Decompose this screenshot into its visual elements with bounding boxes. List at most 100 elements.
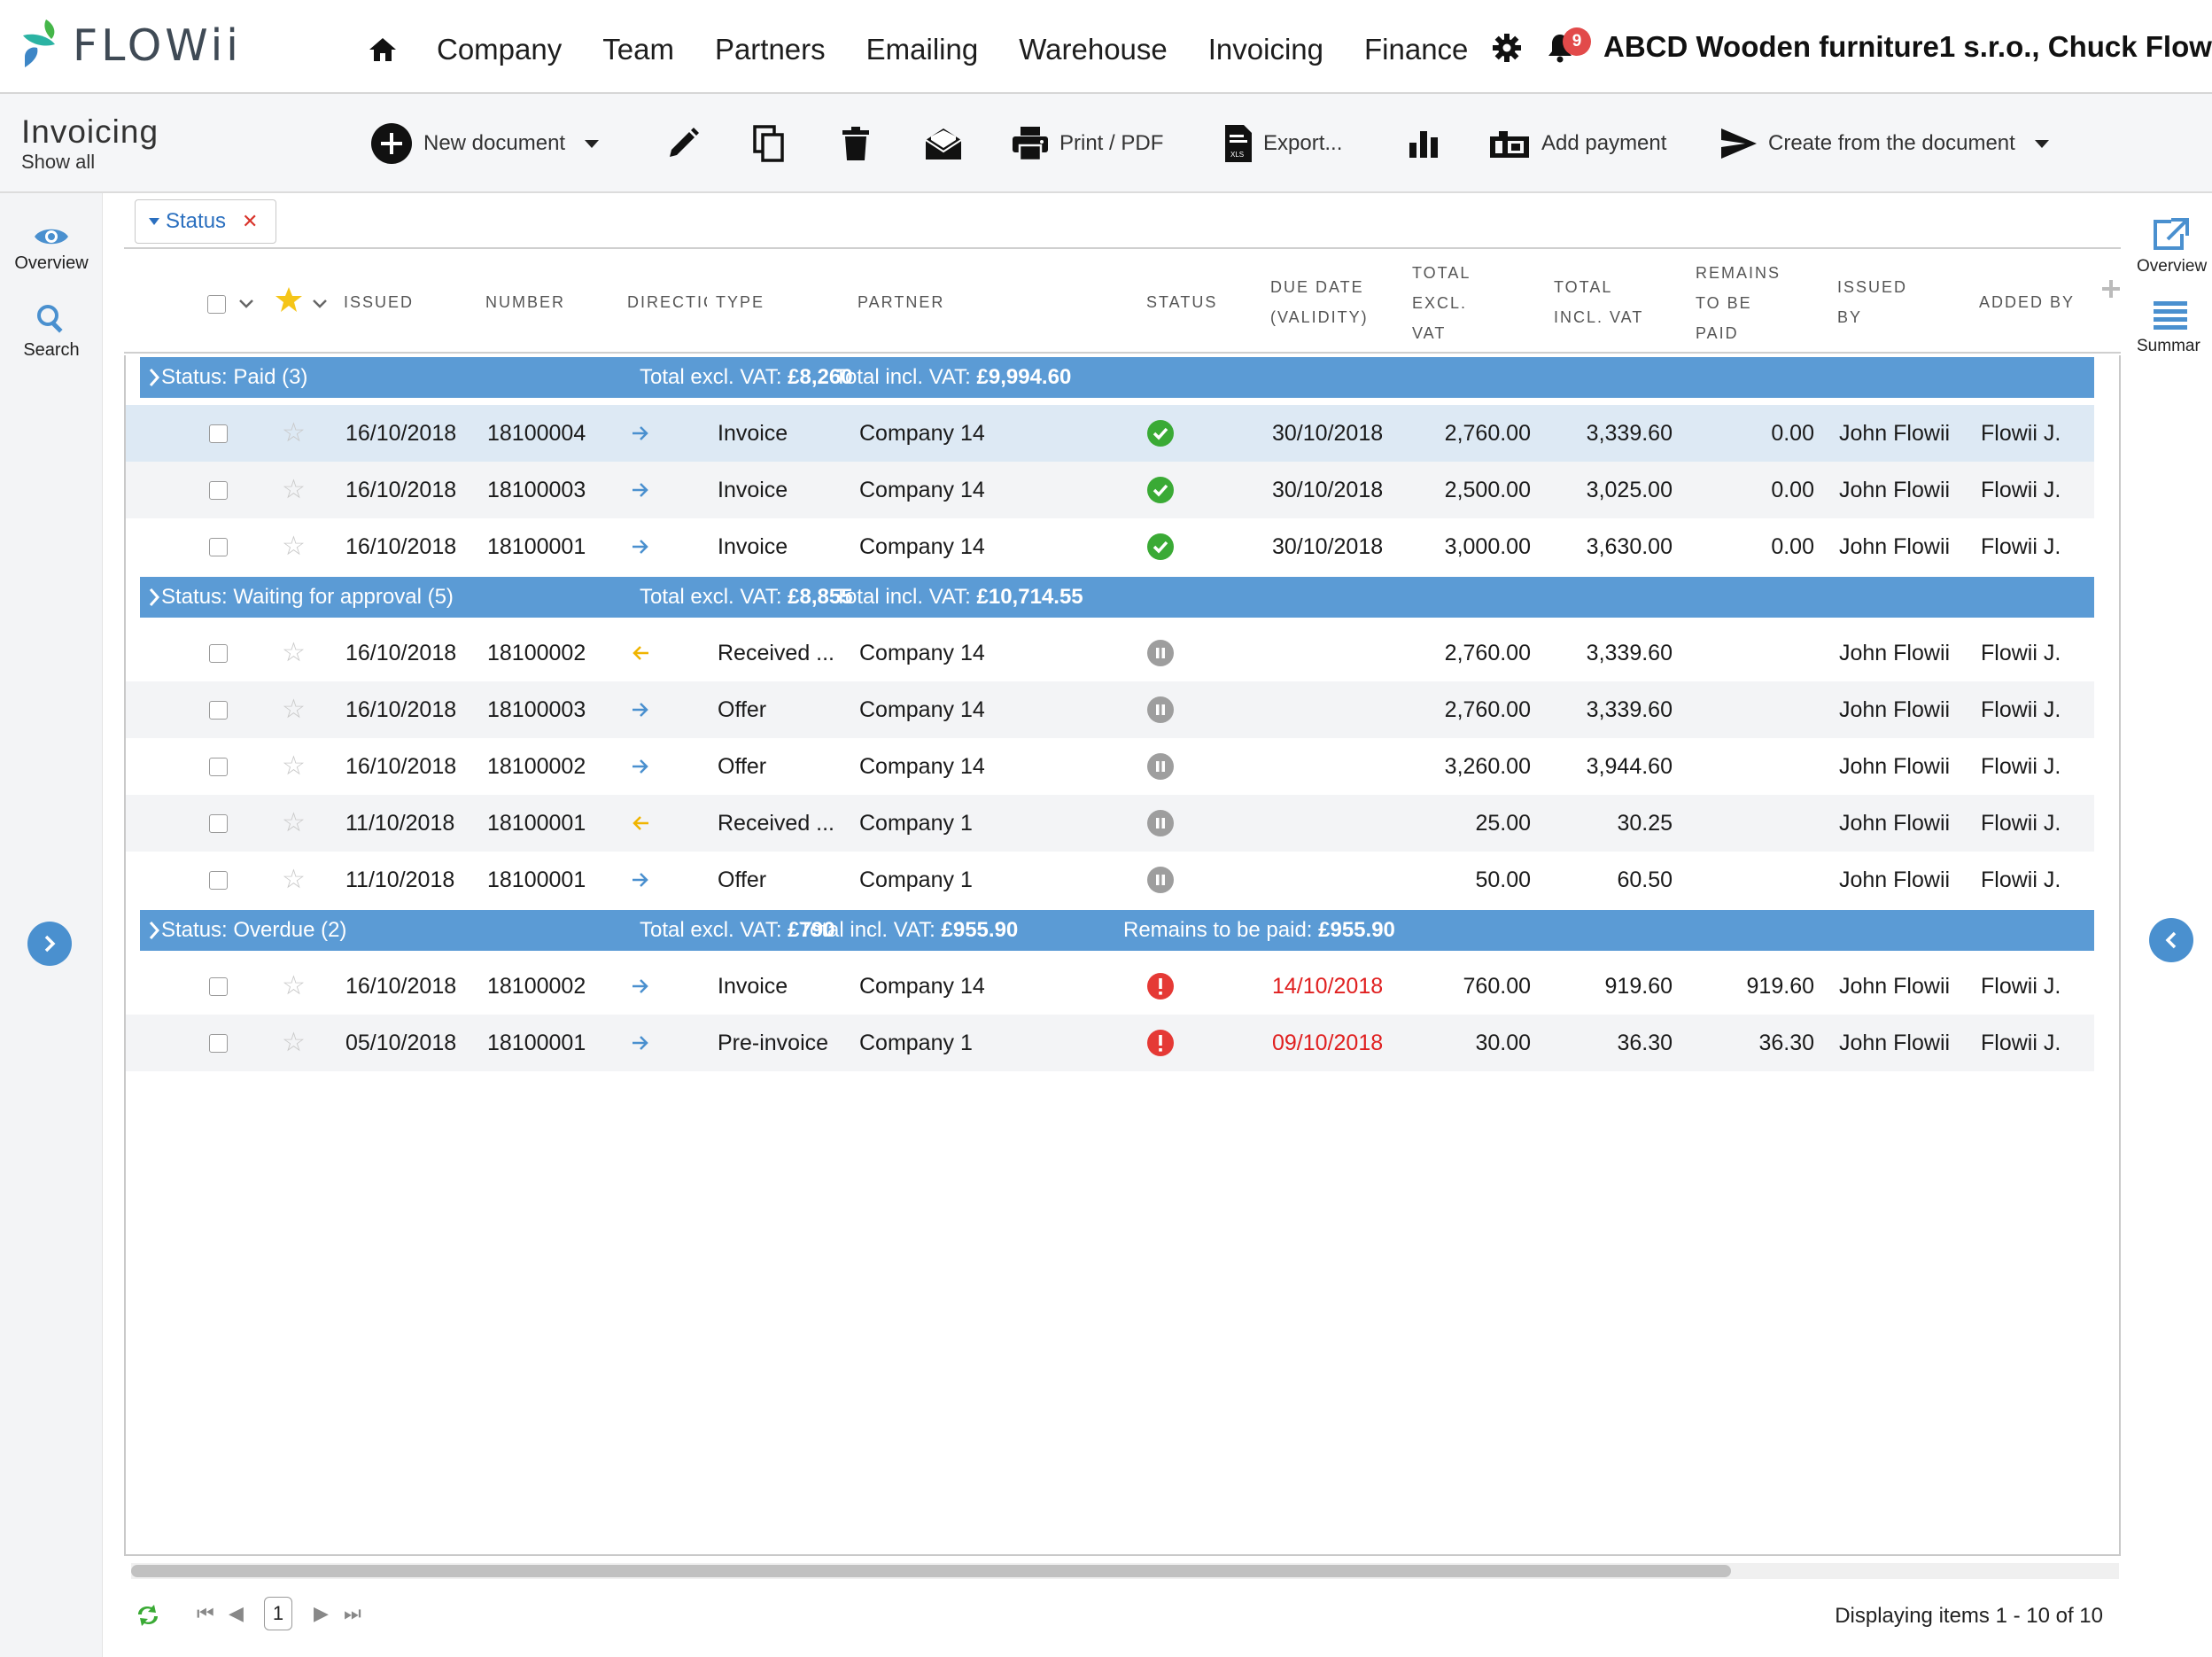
copy-button[interactable] — [753, 121, 785, 167]
chevron-down-icon[interactable] — [312, 299, 328, 309]
chevron-down-icon[interactable] — [585, 139, 600, 148]
new-document-button[interactable]: New document — [370, 121, 600, 167]
table-row[interactable]: ☆ 16/10/2018 18100002 Invoice Company 14 14/1… — [126, 958, 2094, 1015]
favorite-star-icon[interactable]: ☆ — [282, 694, 306, 725]
arrow-left-icon — [633, 646, 648, 660]
table-row[interactable]: ☆ 16/10/2018 18100001 Invoice Company 14 30/1… — [126, 518, 2094, 575]
row-checkbox[interactable] — [209, 424, 228, 443]
delete-button[interactable] — [842, 121, 870, 167]
group-header[interactable]: Status: Paid (3) Total excl. VAT: £8,260 T… — [140, 357, 2094, 398]
cell-status — [1146, 866, 1175, 900]
row-checkbox[interactable] — [209, 701, 228, 720]
col-due-date[interactable]: DUE DATE (VALIDITY) — [1270, 272, 1369, 332]
nav-team[interactable]: Team — [602, 33, 674, 66]
add-column-plus-icon[interactable] — [2101, 279, 2121, 299]
print-pdf-button[interactable]: Print / PDF — [1012, 121, 1163, 167]
search-button[interactable]: Search — [0, 303, 103, 361]
favorite-star-icon[interactable]: ☆ — [282, 1027, 306, 1058]
home-icon[interactable] — [368, 33, 401, 66]
create-from-document-label: Create from the document — [1768, 131, 2015, 155]
chevron-right-icon[interactable] — [147, 920, 161, 941]
chevron-right-icon[interactable] — [147, 367, 161, 388]
select-all-checkbox[interactable] — [207, 295, 226, 314]
table-row[interactable]: ☆ 11/10/2018 18100001 Received ... Company 1… — [126, 795, 2094, 852]
flowii-logo[interactable]: FLOWii — [19, 14, 242, 76]
col-total-incl[interactable]: TOTAL INCL. VAT — [1554, 272, 1643, 332]
create-from-document-button[interactable]: Create from the document — [1720, 121, 2049, 167]
favorite-star-icon[interactable]: ☆ — [282, 417, 306, 448]
row-checkbox[interactable] — [209, 1034, 228, 1053]
row-checkbox[interactable] — [209, 871, 228, 890]
arrow-right-icon — [633, 483, 648, 497]
col-type[interactable]: TYPE — [716, 287, 764, 317]
row-checkbox[interactable] — [209, 814, 228, 833]
nav-partners[interactable]: Partners — [715, 33, 826, 66]
open-overview-button[interactable]: Overview — [2119, 218, 2212, 276]
export-button[interactable]: XLS Export... — [1224, 121, 1342, 167]
col-direction[interactable]: DIRECTIC — [627, 287, 707, 317]
col-total-excl[interactable]: TOTAL EXCL. VAT — [1412, 258, 1471, 348]
edit-button[interactable] — [666, 121, 700, 167]
table-row[interactable]: ☆ 16/10/2018 18100003 Offer Company 14 2,760.… — [126, 681, 2094, 738]
col-remains[interactable]: REMAINS TO BE PAID — [1696, 258, 1781, 348]
horizontal-scrollbar[interactable] — [131, 1563, 2119, 1579]
col-partner[interactable]: PARTNER — [858, 287, 944, 317]
first-page-icon[interactable]: ⏮ — [197, 1602, 214, 1625]
favorite-star-icon[interactable]: ☆ — [282, 531, 306, 562]
trash-icon — [842, 127, 869, 160]
add-payment-button[interactable]: Add payment — [1488, 121, 1666, 167]
table-row[interactable]: ☆ 11/10/2018 18100001 Offer Company 1 50.00 60… — [126, 852, 2094, 908]
nav-warehouse[interactable]: Warehouse — [1019, 33, 1168, 66]
table-row[interactable]: ☆ 16/10/2018 18100004 Invoice Company 14 30/1… — [126, 405, 2094, 462]
status-filter-chip[interactable]: Status ✕ — [135, 199, 276, 244]
refresh-icon[interactable] — [135, 1604, 161, 1627]
col-added-by[interactable]: ADDED BY — [1979, 287, 2075, 317]
scrollbar-thumb[interactable] — [131, 1565, 1731, 1577]
table-row[interactable]: ☆ 16/10/2018 18100003 Invoice Company 14 30/1… — [126, 462, 2094, 518]
chevron-down-icon[interactable] — [2034, 139, 2049, 148]
view-filter-label[interactable]: Show all — [21, 151, 95, 174]
star-filled-icon[interactable] — [275, 286, 303, 313]
col-status[interactable]: STATUS — [1146, 287, 1217, 317]
table-row[interactable]: ☆ 05/10/2018 18100001 Pre-invoice Company 1 0… — [126, 1015, 2094, 1071]
nav-emailing[interactable]: Emailing — [866, 33, 979, 66]
group-header[interactable]: Status: Overdue (2) Total excl. VAT: £790… — [140, 910, 2094, 951]
row-checkbox[interactable] — [209, 977, 228, 996]
collapse-right-panel-button[interactable] — [2149, 918, 2193, 962]
row-checkbox[interactable] — [209, 538, 228, 556]
col-issued[interactable]: ISSUED — [344, 287, 414, 317]
favorite-star-icon[interactable]: ☆ — [282, 474, 306, 505]
group-header[interactable]: Status: Waiting for approval (5) Total ex… — [140, 577, 2094, 618]
favorite-star-icon[interactable]: ☆ — [282, 807, 306, 838]
current-page-input[interactable]: 1 — [264, 1597, 292, 1630]
expand-left-panel-button[interactable] — [27, 922, 72, 966]
nav-company[interactable]: Company — [437, 33, 562, 66]
row-checkbox[interactable] — [209, 481, 228, 500]
chevron-right-icon[interactable] — [147, 587, 161, 608]
nav-finance[interactable]: Finance — [1364, 33, 1468, 66]
previous-page-icon[interactable]: ◀ — [229, 1602, 244, 1625]
company-user-name[interactable]: ABCD Wooden furniture1 s.r.o., Chuck Flo… — [1603, 30, 2212, 64]
nav-invoicing[interactable]: Invoicing — [1208, 33, 1323, 66]
row-checkbox[interactable] — [209, 644, 228, 663]
last-page-icon[interactable]: ⏭ — [344, 1602, 361, 1625]
email-button[interactable] — [925, 121, 962, 167]
favorite-star-icon[interactable]: ☆ — [282, 970, 306, 1001]
summary-button[interactable]: Summar — [2119, 300, 2212, 356]
col-number[interactable]: NUMBER — [485, 287, 565, 317]
remove-filter-close-icon[interactable]: ✕ — [242, 210, 258, 233]
arrow-right-icon — [633, 759, 648, 774]
next-page-icon[interactable]: ▶ — [314, 1602, 329, 1625]
table-row[interactable]: ☆ 16/10/2018 18100002 Offer Company 14 3,260.… — [126, 738, 2094, 795]
col-issued-by[interactable]: ISSUED BY — [1837, 272, 1907, 332]
favorite-star-icon[interactable]: ☆ — [282, 751, 306, 782]
statistics-button[interactable] — [1409, 121, 1439, 167]
settings-gear-icon[interactable] — [1492, 33, 1522, 67]
row-checkbox[interactable] — [209, 758, 228, 776]
overview-button[interactable]: Overview — [0, 225, 103, 274]
favorite-star-icon[interactable]: ☆ — [282, 864, 306, 895]
chevron-down-icon[interactable] — [238, 299, 254, 309]
cell-issued-by: John Flowii — [1839, 1031, 1951, 1055]
favorite-star-icon[interactable]: ☆ — [282, 637, 306, 668]
table-row[interactable]: ☆ 16/10/2018 18100002 Received ... Company 1… — [126, 625, 2094, 681]
